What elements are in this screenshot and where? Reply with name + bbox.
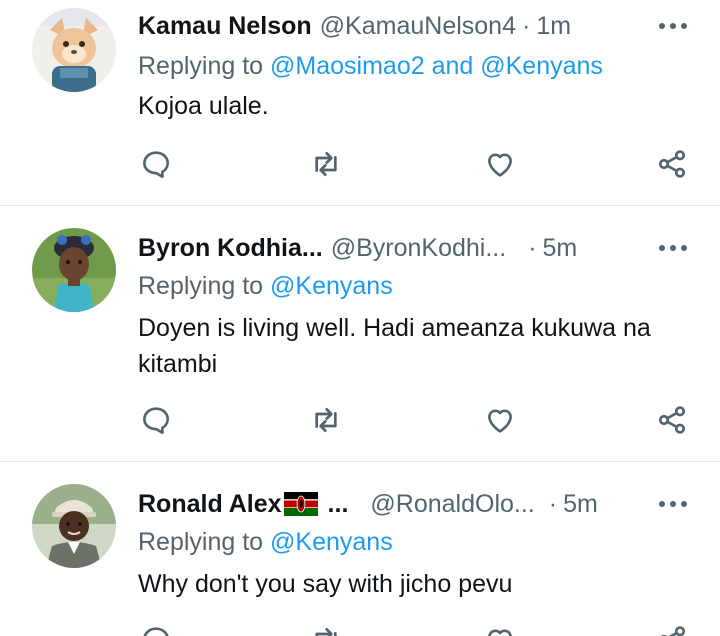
tweet-actions [0, 144, 720, 184]
like-icon[interactable] [480, 620, 520, 636]
share-icon[interactable] [652, 620, 692, 636]
cat-avatar-icon [32, 8, 116, 92]
avatar[interactable] [32, 228, 116, 312]
author-name[interactable]: Ronald Alex [138, 490, 282, 519]
tweet-header: Byron Kodhia... @ByronKodhi... · 5m [138, 230, 690, 266]
author-handle[interactable]: @RonaldOlo... [370, 490, 534, 519]
tweet[interactable]: Byron Kodhia... @ByronKodhi... · 5m Repl… [0, 206, 720, 460]
author-handle[interactable]: @KamauNelson4 [320, 12, 516, 41]
more-icon[interactable] [656, 8, 690, 44]
tweet[interactable]: Kamau Nelson @KamauNelson4 · 1m Replying… [0, 0, 720, 204]
replying-prefix: Replying to [138, 528, 271, 556]
tweet-header: Ronald Alex ... @RonaldOlo... · 5m [138, 486, 690, 522]
timestamp[interactable]: 5m [563, 490, 598, 519]
share-icon[interactable] [652, 144, 692, 184]
replying-to: Replying to @Kenyans [138, 272, 393, 301]
author-name[interactable]: Byron Kodhia... [138, 234, 323, 263]
tweet[interactable]: Ronald Alex ... @RonaldOlo... · 5m Reply… [0, 462, 720, 636]
reply-icon[interactable] [136, 620, 176, 636]
separator-dot: · [548, 489, 558, 518]
replying-to: Replying to @Kenyans [138, 528, 393, 557]
tweet-text: Why don't you say with jicho pevu [138, 570, 513, 598]
separator-dot: · [528, 233, 537, 262]
reply-icon[interactable] [136, 144, 176, 184]
mention-link[interactable]: @Maosimao2 and @Kenyans [270, 52, 603, 80]
reply-icon[interactable] [136, 400, 176, 440]
tweet-actions [0, 400, 720, 440]
timestamp[interactable]: 5m [543, 234, 578, 263]
avatar[interactable] [32, 484, 116, 568]
separator-dot: · [522, 11, 531, 40]
more-icon[interactable] [656, 486, 690, 522]
tweet-text: Kojoa ulale. [138, 92, 269, 120]
retweet-icon[interactable] [306, 400, 346, 440]
retweet-icon[interactable] [306, 144, 346, 184]
tweet-text: Doyen is living well. Hadi ameanza kukuw… [138, 314, 651, 378]
kenya-flag-emoji-icon [283, 492, 318, 516]
name-truncation: ... [327, 489, 349, 518]
replying-prefix: Replying to [138, 52, 271, 80]
like-icon[interactable] [480, 400, 520, 440]
like-icon[interactable] [480, 144, 520, 184]
timestamp[interactable]: 1m [536, 12, 571, 41]
author-name[interactable]: Kamau Nelson [138, 12, 312, 41]
retweet-icon[interactable] [306, 620, 346, 636]
author-handle[interactable]: @ByronKodhi... [331, 234, 506, 263]
mention-link[interactable]: @Kenyans [270, 528, 393, 556]
child-avatar-icon [32, 228, 116, 312]
replying-prefix: Replying to [138, 272, 271, 300]
man-cap-avatar-icon [32, 484, 116, 568]
replying-to: Replying to @Maosimao2 and @Kenyans [138, 52, 603, 81]
tweet-actions [0, 620, 720, 636]
mention-link[interactable]: @Kenyans [270, 272, 393, 300]
avatar[interactable] [32, 8, 116, 92]
share-icon[interactable] [652, 400, 692, 440]
tweet-header: Kamau Nelson @KamauNelson4 · 1m [138, 8, 690, 44]
more-icon[interactable] [656, 230, 690, 266]
